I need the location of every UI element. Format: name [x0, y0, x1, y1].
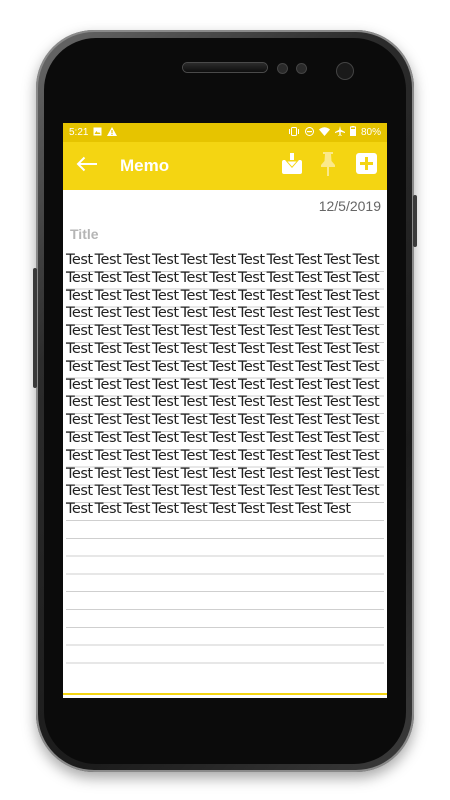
airplane-icon — [334, 126, 345, 139]
save-download-button[interactable] — [277, 142, 307, 190]
add-icon — [355, 153, 377, 179]
wifi-icon — [318, 126, 330, 139]
memo-date: 12/5/2019 — [318, 198, 381, 214]
dnd-icon — [304, 126, 314, 139]
battery-icon — [349, 126, 356, 139]
power-button — [413, 195, 417, 247]
pin-button[interactable] — [313, 142, 343, 190]
front-camera — [337, 63, 353, 79]
gallery-icon — [93, 127, 102, 139]
earpiece-speaker — [183, 63, 267, 72]
back-button[interactable] — [67, 142, 107, 190]
status-time: 5:21 — [69, 127, 89, 138]
front-sensor — [297, 64, 306, 73]
memo-title-input[interactable]: Title — [70, 226, 99, 242]
app-toolbar: Memo — [63, 142, 387, 190]
toolbar-title: Memo — [120, 156, 170, 175]
battery-percent: 80% — [360, 127, 381, 138]
memo-body-textarea[interactable]: Test Test Test Test Test Test Test Test … — [66, 252, 385, 519]
warning-icon — [107, 126, 118, 139]
editor-bottom-border — [63, 693, 387, 695]
status-bar: 5:21 80% — [63, 123, 387, 142]
volume-button — [33, 268, 37, 388]
download-icon — [281, 152, 303, 180]
screen: 5:21 80% Memo 12/5/2019 Title Test Test … — [63, 123, 387, 698]
arrow-left-icon — [76, 156, 98, 177]
vibrate-icon — [288, 126, 300, 139]
pin-icon — [320, 151, 336, 181]
add-button[interactable] — [351, 142, 381, 190]
front-sensor — [278, 64, 287, 73]
